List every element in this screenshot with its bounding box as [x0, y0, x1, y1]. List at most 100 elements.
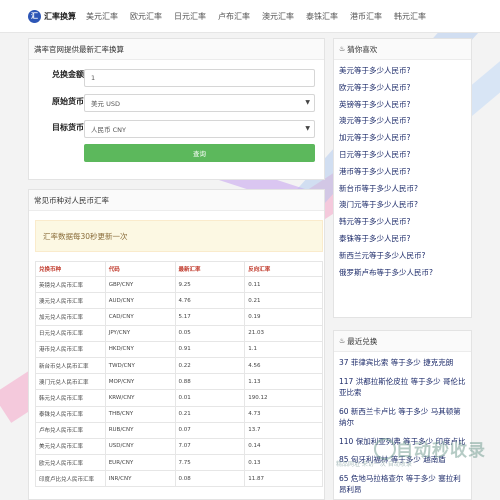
- table-cell: 0.11: [244, 275, 323, 294]
- list-item[interactable]: 澳门元等于多少人民币?: [339, 197, 466, 214]
- list-item[interactable]: 美元等于多少人民币?: [339, 63, 466, 80]
- query-button[interactable]: 查询: [84, 144, 315, 162]
- table-cell: AUD/CNY: [104, 292, 176, 310]
- table-cell: 日元兑人民币汇率: [35, 324, 106, 342]
- table-row: 加元兑人民币汇率 CAD/CNY 5.17 0.19: [35, 308, 323, 326]
- table-cell: GBP/CNY: [104, 275, 176, 294]
- list-item[interactable]: 港币等于多少人民币?: [339, 164, 466, 181]
- table-cell: 新台币兑人民币汇率: [35, 356, 106, 375]
- table-cell: 0.88: [174, 373, 246, 391]
- recent-title-text: 最近兑换: [347, 336, 378, 346]
- table-cell: 欧元兑人民币汇率: [35, 454, 106, 472]
- list-item[interactable]: 欧元等于多少人民币?: [339, 80, 466, 97]
- table-cell: 泰铢兑人民币汇率: [35, 405, 106, 423]
- table-cell: 加元兑人民币汇率: [35, 308, 106, 326]
- amount-value: 1: [91, 74, 96, 82]
- list-item[interactable]: 泰铢等于多少人民币?: [339, 231, 466, 248]
- logo-text: 汇率换算: [44, 11, 76, 21]
- table-row: 美元兑人民币汇率 USD/CNY 7.07 0.14: [35, 437, 323, 456]
- nav-usd[interactable]: 美元汇率: [86, 11, 118, 22]
- table-cell: 港币兑人民币汇率: [35, 340, 106, 358]
- list-item[interactable]: 英镑等于多少人民币?: [339, 97, 466, 114]
- list-item[interactable]: 117 洪都拉斯伦皮拉 等于多少 哥伦比亚比索: [339, 376, 466, 399]
- table-cell: 1.13: [244, 373, 323, 391]
- target-currency-value: 人民币 CNY: [91, 126, 126, 134]
- table-cell: 0.21: [174, 405, 246, 423]
- table-row: 澳门元兑人民币汇率 MOP/CNY 0.88 1.13: [35, 373, 323, 391]
- table-cell: 澳门元兑人民币汇率: [35, 373, 106, 391]
- list-item[interactable]: 澳元等于多少人民币?: [339, 113, 466, 130]
- table-row: 港币兑人民币汇率 HKD/CNY 0.91 1.1: [35, 340, 323, 358]
- table-cell: 4.76: [174, 292, 246, 310]
- nav-thb[interactable]: 泰铢汇率: [306, 11, 338, 22]
- table-cell: JPY/CNY: [104, 324, 176, 342]
- nav-hkd[interactable]: 港币汇率: [350, 11, 382, 22]
- column-header-rate: 最新汇率: [174, 261, 246, 277]
- nav-krw[interactable]: 韩元汇率: [394, 11, 426, 22]
- recent-title: ♨ 最近兑换: [334, 331, 471, 352]
- list-item[interactable]: 新西兰元等于多少人民币?: [339, 248, 466, 265]
- source-currency-select[interactable]: 美元 USD ▼: [84, 94, 315, 112]
- column-header-reverse: 反向汇率: [244, 261, 323, 277]
- likes-panel: ♨ 猜你喜欢 美元等于多少人民币? 欧元等于多少人民币? 英镑等于多少人民币? …: [333, 38, 472, 318]
- table-cell: KRW/CNY: [104, 389, 176, 407]
- list-item[interactable]: 俄罗斯卢布等于多少人民币?: [339, 265, 466, 282]
- nav-rub[interactable]: 卢布汇率: [218, 11, 250, 22]
- table-row: 新台币兑人民币汇率 TWD/CNY 0.22 4.56: [35, 356, 323, 375]
- source-currency-label: 原始货币: [52, 97, 84, 106]
- table-cell: 0.13: [244, 454, 323, 472]
- table-cell: 印度卢比兑人民币汇率: [35, 470, 106, 488]
- table-cell: 0.01: [174, 389, 246, 407]
- column-header-currency: 兑换币种: [35, 261, 106, 277]
- recent-panel: ♨ 最近兑换 37 菲律宾比索 等于多少 捷克克朗 117 洪都拉斯伦皮拉 等于…: [333, 330, 472, 500]
- table-cell: 9.25: [174, 275, 246, 294]
- nav-jpy[interactable]: 日元汇率: [174, 11, 206, 22]
- list-item[interactable]: 85 匈牙利福林 等于多少 越南盾: [339, 454, 466, 466]
- chevron-down-icon: ▼: [305, 125, 310, 132]
- nav-aud[interactable]: 澳元汇率: [262, 11, 294, 22]
- converter-panel: 满率官网提供最新汇率换算 兑换金额 1 原始货币 美元 USD ▼ 目标货币 人…: [28, 38, 325, 180]
- list-item[interactable]: 日元等于多少人民币?: [339, 147, 466, 164]
- table-row: 印度卢比兑人民币汇率 INR/CNY 0.08 11.87: [35, 470, 323, 488]
- logo-icon: 汇: [28, 9, 41, 23]
- table-cell: 0.07: [174, 421, 246, 439]
- table-cell: 11.87: [244, 470, 323, 488]
- site-header: 汇 汇率换算 美元汇率 欧元汇率 日元汇率 卢布汇率 澳元汇率 泰铢汇率 港币汇…: [0, 0, 500, 33]
- table-cell: MOP/CNY: [104, 373, 176, 391]
- table-row: 澳元兑人民币汇率 AUD/CNY 4.76 0.21: [35, 292, 323, 310]
- table-cell: 0.05: [174, 324, 246, 342]
- table-row: 泰铢兑人民币汇率 THB/CNY 0.21 4.73: [35, 405, 323, 423]
- list-item[interactable]: 65 危地马拉格查尔 等于多少 塞拉利昂利昂: [339, 473, 466, 496]
- column-header-code: 代码: [104, 261, 176, 277]
- table-cell: TWD/CNY: [104, 356, 176, 375]
- nav-eur[interactable]: 欧元汇率: [130, 11, 162, 22]
- table-cell: THB/CNY: [104, 405, 176, 423]
- rates-title: 常见币种对人民币汇率: [29, 190, 324, 211]
- likes-title-text: 猜你喜欢: [347, 44, 378, 54]
- update-notice: 汇率数据每30秒更新一次: [35, 220, 323, 252]
- site-logo[interactable]: 汇 汇率换算: [28, 9, 76, 23]
- fire-icon: ♨: [339, 45, 346, 53]
- table-cell: 澳元兑人民币汇率: [35, 292, 106, 310]
- converter-title: 满率官网提供最新汇率换算: [29, 39, 324, 60]
- list-item[interactable]: 加元等于多少人民币?: [339, 130, 466, 147]
- table-row: 日元兑人民币汇率 JPY/CNY 0.05 21.03: [35, 324, 323, 342]
- source-currency-value: 美元 USD: [91, 100, 120, 108]
- likes-title: ♨ 猜你喜欢: [334, 39, 471, 60]
- table-cell: 4.73: [244, 405, 323, 423]
- fire-icon: ♨: [339, 337, 346, 345]
- table-cell: 190.12: [244, 389, 323, 407]
- table-cell: 0.22: [174, 356, 246, 375]
- target-currency-select[interactable]: 人民币 CNY ▼: [84, 120, 315, 138]
- list-item[interactable]: 韩元等于多少人民币?: [339, 214, 466, 231]
- list-item[interactable]: 110 保加利亚列弗 等于多少 印度卢比: [339, 436, 466, 448]
- amount-input[interactable]: 1: [84, 69, 315, 87]
- list-item[interactable]: 37 菲律宾比索 等于多少 捷克克朗: [339, 357, 466, 369]
- list-item[interactable]: 60 新西兰卡卢比 等于多少 马其顿第纳尔: [339, 406, 466, 429]
- table-cell: INR/CNY: [104, 470, 176, 488]
- table-cell: 7.07: [174, 437, 246, 456]
- table-cell: 7.75: [174, 454, 246, 472]
- table-row: 卢布兑人民币汇率 RUB/CNY 0.07 13.7: [35, 421, 323, 439]
- table-cell: 0.91: [174, 340, 246, 358]
- list-item[interactable]: 新台币等于多少人民币?: [339, 181, 466, 198]
